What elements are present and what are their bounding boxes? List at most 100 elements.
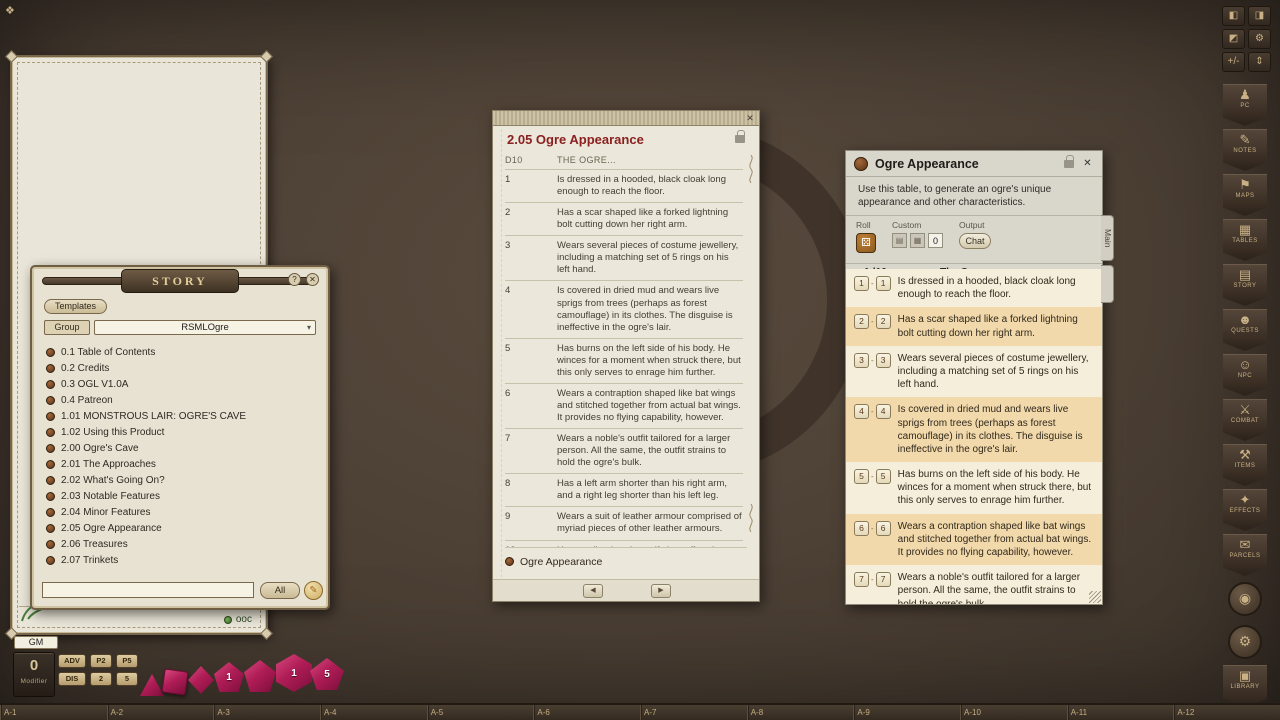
modifier-button[interactable]: P2 bbox=[90, 654, 112, 668]
chat-mode-selector[interactable]: ooc bbox=[224, 614, 252, 625]
roll-dice-button[interactable]: ⚄ bbox=[856, 233, 876, 253]
story-list-item[interactable]: 2.05 Ogre Appearance bbox=[46, 520, 318, 536]
hotkey-slot[interactable]: A-10 bbox=[960, 705, 1067, 720]
output-chat-button[interactable]: Chat bbox=[959, 233, 991, 249]
range-to-button[interactable]: 4 bbox=[876, 404, 891, 419]
hotkey-slot[interactable]: A-4 bbox=[320, 705, 427, 720]
die[interactable]: 1 bbox=[276, 654, 312, 692]
window-stack-icon[interactable]: ◩ bbox=[1222, 29, 1245, 49]
die[interactable] bbox=[244, 660, 276, 692]
lock-icon[interactable] bbox=[1064, 160, 1074, 168]
modifier-button[interactable]: 5 bbox=[116, 672, 138, 686]
range-to-button[interactable]: 3 bbox=[876, 353, 891, 368]
modifier-button[interactable]: ADV bbox=[58, 654, 86, 668]
collapse-expand-icon[interactable]: ⇕ bbox=[1248, 52, 1271, 72]
custom-grid-icon[interactable]: ▦ bbox=[910, 233, 925, 248]
filter-all-button[interactable]: All bbox=[260, 582, 300, 599]
sidebar-item[interactable]: ⚒ ITEMS bbox=[1223, 444, 1267, 486]
story-list-item[interactable]: 2.03 Notable Features bbox=[46, 488, 318, 504]
story-list-item[interactable]: 2.07 Trinkets bbox=[46, 552, 318, 568]
edit-pencil-button[interactable]: ✎ bbox=[304, 581, 323, 600]
templates-button[interactable]: Templates bbox=[44, 299, 107, 314]
sidebar-item[interactable]: ☺ NPC bbox=[1223, 354, 1267, 396]
lock-icon[interactable] bbox=[735, 135, 745, 143]
story-list-item[interactable]: 0.1 Table of Contents bbox=[46, 344, 318, 360]
filter-input[interactable] bbox=[42, 582, 254, 598]
range-from-button[interactable]: 7 bbox=[854, 572, 869, 587]
die[interactable]: 5 bbox=[310, 658, 344, 690]
sidebar-item[interactable]: ▤ STORY bbox=[1223, 264, 1267, 306]
hotkey-slot[interactable]: A-6 bbox=[533, 705, 640, 720]
sidebar-item[interactable]: ✉ PARCELS bbox=[1223, 534, 1267, 576]
hotkey-slot[interactable]: A-5 bbox=[427, 705, 534, 720]
group-dropdown[interactable]: RSMLOgre ▾ bbox=[94, 320, 316, 335]
modifier-button[interactable]: P5 bbox=[116, 654, 138, 668]
table-window-header[interactable]: Ogre Appearance ✕ bbox=[846, 151, 1102, 177]
sidebar-item[interactable]: ▦ TABLES bbox=[1223, 219, 1267, 261]
story-list-item[interactable]: 1.01 MONSTROUS LAIR: OGRE'S CAVE bbox=[46, 408, 318, 424]
sidebar-item-library[interactable]: ▣ LIBRARY bbox=[1223, 665, 1267, 707]
story-list-item[interactable]: 2.02 What's Going On? bbox=[46, 472, 318, 488]
story-list-item[interactable]: 0.4 Patreon bbox=[46, 392, 318, 408]
sidebar-item[interactable]: ✦ EFFECTS bbox=[1223, 489, 1267, 531]
hotkey-slot[interactable]: A-9 bbox=[853, 705, 960, 720]
hotkey-slot[interactable]: A-12 bbox=[1173, 705, 1280, 720]
range-from-button[interactable]: 5 bbox=[854, 469, 869, 484]
help-button[interactable]: ? bbox=[288, 273, 301, 286]
range-to-button[interactable]: 2 bbox=[876, 314, 891, 329]
output-count[interactable]: 0 bbox=[928, 233, 943, 248]
die[interactable] bbox=[188, 666, 214, 694]
modifier-button[interactable]: DIS bbox=[58, 672, 86, 686]
previous-page-button[interactable]: ◀ bbox=[583, 584, 603, 598]
hotkey-slot[interactable]: A-11 bbox=[1067, 705, 1174, 720]
custom-rows-icon[interactable]: ▤ bbox=[892, 233, 907, 248]
next-page-button[interactable]: ▶ bbox=[651, 584, 671, 598]
story-list-item[interactable]: 2.00 Ogre's Cave bbox=[46, 440, 318, 456]
close-icon[interactable]: ✕ bbox=[1081, 157, 1094, 170]
hotkey-slot[interactable]: A-7 bbox=[640, 705, 747, 720]
window-split-left-icon[interactable]: ◧ bbox=[1222, 6, 1245, 26]
gear-icon[interactable]: ⚙ bbox=[1248, 29, 1271, 49]
hotkey-slot[interactable]: A-2 bbox=[107, 705, 214, 720]
range-from-button[interactable]: 6 bbox=[854, 521, 869, 536]
hotkey-slot[interactable]: A-1 bbox=[0, 705, 107, 720]
range-from-button[interactable]: 1 bbox=[854, 276, 869, 291]
die[interactable] bbox=[140, 674, 164, 696]
die[interactable] bbox=[161, 668, 188, 695]
range-from-button[interactable]: 2 bbox=[854, 314, 869, 329]
story-list-item[interactable]: 0.2 Credits bbox=[46, 360, 318, 376]
hotkey-slot[interactable]: A-8 bbox=[747, 705, 854, 720]
window-drag-handle[interactable] bbox=[493, 111, 759, 126]
range-to-button[interactable]: 6 bbox=[876, 521, 891, 536]
range-from-button[interactable]: 4 bbox=[854, 404, 869, 419]
hotkey-slot[interactable]: A-3 bbox=[213, 705, 320, 720]
story-list-item[interactable]: 2.06 Treasures bbox=[46, 536, 318, 552]
range-to-button[interactable]: 5 bbox=[876, 469, 891, 484]
resize-grip[interactable] bbox=[1089, 591, 1101, 603]
modifier-box[interactable]: 0 Modifier bbox=[13, 652, 55, 697]
close-icon[interactable]: ✕ bbox=[306, 273, 319, 286]
window-split-right-icon[interactable]: ◨ bbox=[1248, 6, 1271, 26]
story-list-item[interactable]: 2.01 The Approaches bbox=[46, 456, 318, 472]
range-to-button[interactable]: 1 bbox=[876, 276, 891, 291]
range-from-button[interactable]: 3 bbox=[854, 353, 869, 368]
sidebar-item[interactable]: ✎ NOTES bbox=[1223, 129, 1267, 171]
close-icon[interactable]: ✕ bbox=[744, 112, 756, 124]
sidebar-item[interactable]: ☻ QUESTS bbox=[1223, 309, 1267, 351]
tab-secondary[interactable] bbox=[1101, 265, 1114, 303]
story-list-item[interactable]: 2.04 Minor Features bbox=[46, 504, 318, 520]
tab-main[interactable]: Main bbox=[1101, 215, 1114, 261]
token-bag-button[interactable]: ◉ bbox=[1228, 582, 1262, 616]
table-link[interactable]: Ogre Appearance bbox=[520, 556, 602, 568]
sidebar-item[interactable]: ⚔ COMBAT bbox=[1223, 399, 1267, 441]
app-menu-icon[interactable]: ❖ bbox=[5, 4, 15, 17]
options-button[interactable]: ⚙ bbox=[1228, 625, 1262, 659]
modifier-button[interactable]: 2 bbox=[90, 672, 112, 686]
sidebar-item[interactable]: ⚑ MAPS bbox=[1223, 174, 1267, 216]
story-list-item[interactable]: 1.02 Using this Product bbox=[46, 424, 318, 440]
sidebar-item[interactable]: ♟ PC bbox=[1223, 84, 1267, 126]
die[interactable]: 1 bbox=[214, 662, 244, 692]
story-list-item[interactable]: 0.3 OGL V1.0A bbox=[46, 376, 318, 392]
plus-minus-button[interactable]: +/- bbox=[1222, 52, 1245, 72]
range-to-button[interactable]: 7 bbox=[876, 572, 891, 587]
